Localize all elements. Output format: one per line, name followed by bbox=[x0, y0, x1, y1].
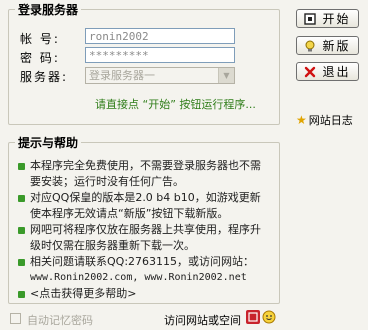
site-log-label: 网站日志 bbox=[308, 114, 353, 127]
help-item: 本程序完全免费使用，不需要登录服务器也不需要安装；运行时没有任何广告。 bbox=[30, 159, 261, 188]
password-label: 密 码: bbox=[20, 51, 60, 65]
start-icon bbox=[304, 12, 317, 25]
exit-button-label: 退出 bbox=[322, 65, 351, 79]
bullet-icon bbox=[18, 163, 25, 170]
help-urls[interactable]: www.Ronin2002.com, www.Ronin2002.net bbox=[30, 270, 268, 286]
account-input[interactable]: ronin2002 bbox=[85, 28, 235, 44]
server-select[interactable]: 登录服务器一 ▼ bbox=[85, 67, 235, 84]
server-select-value: 登录服务器一 bbox=[89, 69, 155, 82]
help-item: 相关问题请联系QQ:2763115，或访问网站： bbox=[30, 255, 255, 268]
help-item: 对应QQ保皇的版本是2.0 b4 b10，如游戏更新使本程序无效请点“新版”按钮… bbox=[30, 191, 261, 220]
stamp-icon[interactable] bbox=[246, 310, 260, 324]
new-version-button[interactable]: 新版 bbox=[296, 36, 359, 55]
close-icon bbox=[304, 66, 316, 78]
new-version-button-label: 新版 bbox=[322, 39, 351, 53]
start-button[interactable]: 开始 bbox=[296, 9, 359, 28]
help-item: 网吧可将程序仅放在服务器上共享使用，程序升级时仅需在服务器重新下载一次。 bbox=[30, 223, 261, 252]
chevron-down-icon[interactable]: ▼ bbox=[218, 68, 234, 83]
bulb-icon bbox=[304, 40, 316, 52]
exit-button[interactable]: 退出 bbox=[296, 62, 359, 81]
server-label: 服务器: bbox=[20, 70, 69, 84]
smiley-icon[interactable] bbox=[262, 310, 276, 324]
remember-password-label: 自动记忆密码 bbox=[27, 314, 93, 327]
hint-text: 请直接点 “开始” 按钮运行程序... bbox=[95, 98, 256, 111]
bullet-icon bbox=[18, 227, 25, 234]
more-help-link[interactable]: <点击获得更多帮助> bbox=[30, 286, 268, 302]
bullet-icon bbox=[18, 195, 25, 202]
star-icon: ★ bbox=[296, 113, 307, 127]
account-label: 帐 号: bbox=[20, 32, 60, 46]
remember-password-checkbox[interactable] bbox=[10, 313, 21, 324]
site-log-link[interactable]: ★ 网站日志 bbox=[296, 112, 353, 128]
login-group-title: 登录服务器 bbox=[15, 1, 82, 18]
help-group-title: 提示与帮助 bbox=[15, 134, 82, 151]
bullet-icon bbox=[18, 291, 25, 298]
start-button-label: 开始 bbox=[322, 12, 351, 26]
password-input[interactable]: ********* bbox=[85, 47, 235, 63]
bullet-icon bbox=[18, 259, 25, 266]
visit-site-link[interactable]: 访问网站或空间 bbox=[164, 312, 241, 328]
